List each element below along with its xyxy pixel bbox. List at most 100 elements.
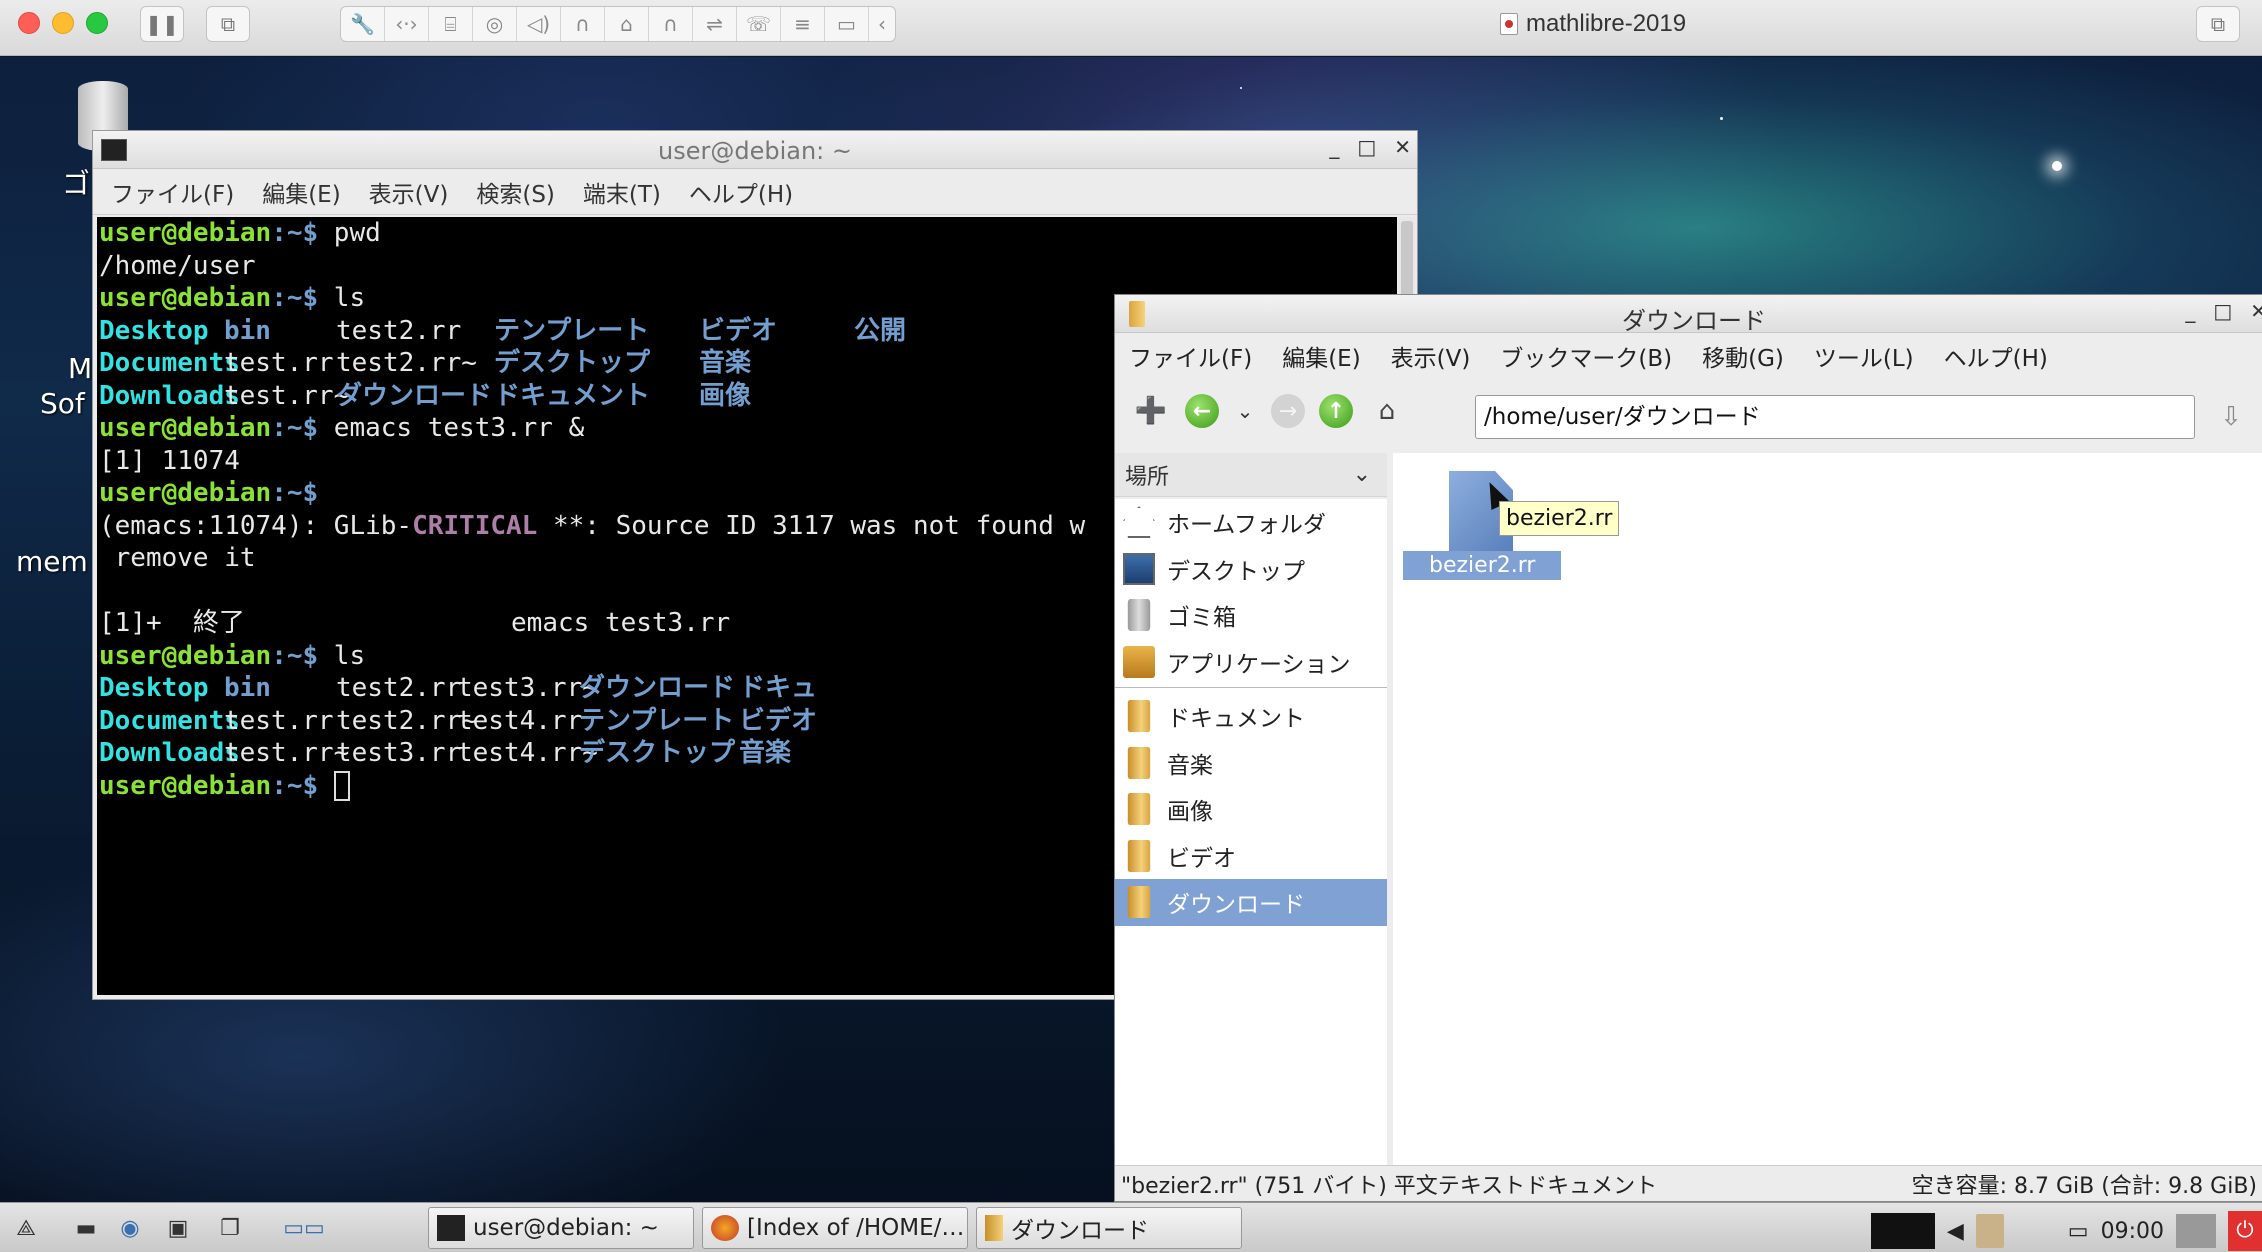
wrench-icon[interactable]: 🔧 xyxy=(341,7,385,41)
desktop-label-memo[interactable]: mem xyxy=(16,545,88,578)
fullscreen-icon[interactable]: ⧉ xyxy=(2196,6,2240,42)
forward-arrow-icon[interactable]: → xyxy=(1271,394,1305,428)
sidebar-item[interactable]: ビデオ xyxy=(1115,833,1387,880)
file-manager-menu-item[interactable]: ブックマーク(B) xyxy=(1500,339,1672,373)
ls-entry: test.rr xyxy=(224,348,334,378)
sidebar-item[interactable]: 音楽 xyxy=(1115,740,1387,787)
terminal-menu-item[interactable]: 端末(T) xyxy=(583,175,661,209)
file-manager-launcher-icon[interactable]: ▬ xyxy=(66,1209,106,1247)
home-icon[interactable]: ⌂ xyxy=(1367,391,1407,431)
power-icon[interactable]: ⏻ xyxy=(2228,1211,2262,1251)
sidebar-item[interactable]: ドキュメント xyxy=(1115,693,1387,740)
ls-entry: 音楽 xyxy=(739,738,792,768)
terminal-launcher-icon[interactable]: ▣ xyxy=(158,1209,198,1247)
output-text: **: Source ID 3117 was not found w xyxy=(537,510,1086,541)
modem-icon[interactable]: ☏ xyxy=(737,7,781,41)
command-text: ls xyxy=(318,283,366,313)
headset-icon[interactable]: ∩ xyxy=(649,7,693,41)
maximize-icon[interactable]: □ xyxy=(1357,135,1376,159)
vm-title-text: mathlibre-2019 xyxy=(1526,10,1687,37)
terminal-titlebar[interactable]: user@debian: ~ _ □ ✕ xyxy=(93,131,1417,169)
path-input[interactable]: /home/user/ダウンロード xyxy=(1475,395,2195,439)
prompt-path: :~$ xyxy=(271,640,319,671)
task-terminal[interactable]: user@debian: ~ xyxy=(428,1207,694,1249)
back-arrow-icon[interactable]: ← xyxy=(1185,394,1219,428)
sidebar-item-label: ダウンロード xyxy=(1167,892,1305,919)
shared-folder-icon[interactable]: ▭ xyxy=(825,7,869,41)
drive-icon[interactable]: ⌸ xyxy=(429,7,473,41)
vm-title: mathlibre-2019 xyxy=(1500,10,1686,38)
file-manager-menu-item[interactable]: 移動(G) xyxy=(1702,339,1784,373)
browser-launcher-icon[interactable]: ◉ xyxy=(110,1209,150,1247)
task-browser[interactable]: [Index of /HOME/… xyxy=(702,1207,968,1249)
desktop-label-software[interactable]: Sof xyxy=(40,387,85,420)
minimize-icon[interactable]: _ xyxy=(1329,135,1339,159)
up-arrow-icon[interactable]: ↑ xyxy=(1319,394,1353,428)
mouse-icon[interactable]: ⌂ xyxy=(605,7,649,41)
file-manager-menu-item[interactable]: 編集(E) xyxy=(1282,339,1360,373)
zoom-window-button[interactable] xyxy=(86,12,108,34)
chevron-left-icon[interactable]: ‹ xyxy=(869,7,895,41)
terminal-menu-item[interactable]: 表示(V) xyxy=(369,175,449,209)
network-icon[interactable]: ‹·› xyxy=(385,7,429,41)
places-header-label: 場所 xyxy=(1125,464,1170,490)
critical-text: CRITICAL xyxy=(412,510,538,541)
audio-icon[interactable]: ◁) xyxy=(517,7,561,41)
file-view[interactable]: bezier2.rr bezier2.rr xyxy=(1393,453,2262,1165)
sidebar-item[interactable]: デスクトップ xyxy=(1115,546,1387,593)
terminal-menu-item[interactable]: ファイル(F) xyxy=(111,175,234,209)
window-list-icon[interactable]: ❐ xyxy=(210,1209,250,1247)
file-manager-menu-item[interactable]: 表示(V) xyxy=(1391,339,1471,373)
workspace-switcher-icon[interactable]: ▭▭ xyxy=(266,1209,342,1247)
clock[interactable]: 09:00 xyxy=(2101,1219,2164,1244)
show-desktop-icon[interactable] xyxy=(2176,1214,2216,1248)
file-manager-menu-item[interactable]: ツール(L) xyxy=(1814,339,1914,373)
minimize-window-button[interactable] xyxy=(52,12,74,34)
places-header[interactable]: 場所 ⌄ xyxy=(1115,453,1387,497)
ls-entry: test.rr~ xyxy=(224,738,350,768)
close-window-button[interactable] xyxy=(18,12,40,34)
storage-icon[interactable]: ≡ xyxy=(781,7,825,41)
task-file-manager[interactable]: ダウンロード xyxy=(976,1207,1242,1249)
new-tab-icon[interactable]: ➕ xyxy=(1131,391,1171,431)
clipboard-icon[interactable] xyxy=(1975,1214,2004,1248)
close-icon[interactable]: ✕ xyxy=(2250,299,2262,323)
chevron-down-icon[interactable]: ⌄ xyxy=(1233,391,1257,431)
prompt-user: user@debian xyxy=(99,770,272,801)
file-name-label[interactable]: bezier2.rr xyxy=(1403,551,1562,580)
sidebar-item[interactable]: 画像 xyxy=(1115,786,1387,833)
file-manager-menu-item[interactable]: ヘルプ(H) xyxy=(1944,339,2048,373)
ls-entry: Documents xyxy=(99,348,240,378)
file-manager-titlebar[interactable]: ダウンロード _ □ ✕ xyxy=(1115,295,2262,335)
snapshot-icon[interactable]: ⧉ xyxy=(206,6,250,42)
headphone-icon[interactable]: ∩ xyxy=(561,7,605,41)
camera-icon[interactable]: ◎ xyxy=(473,7,517,41)
minimize-icon[interactable]: _ xyxy=(2185,299,2195,323)
file-manager-menu-item[interactable]: ファイル(F) xyxy=(1129,339,1252,373)
maximize-icon[interactable]: □ xyxy=(2213,299,2232,323)
applications-icon xyxy=(1123,645,1155,678)
sidebar-item-label: 音楽 xyxy=(1167,752,1213,779)
folder-icon xyxy=(1127,839,1151,872)
command-text: emacs test3.rr & xyxy=(318,413,585,443)
terminal-menu-item[interactable]: 検索(S) xyxy=(476,175,555,209)
network-icon[interactable]: ▭ xyxy=(2068,1219,2089,1244)
sidebar-item[interactable]: ダウンロード xyxy=(1115,879,1387,926)
vm-document-icon xyxy=(1500,13,1518,35)
terminal-menu-item[interactable]: 編集(E) xyxy=(262,175,340,209)
output-text: remove it xyxy=(99,543,256,573)
desktop-label-m[interactable]: M xyxy=(68,352,92,385)
volume-icon[interactable]: ◀ xyxy=(1947,1219,1964,1244)
start-menu-icon[interactable]: ⟁ xyxy=(6,1209,46,1247)
go-icon[interactable]: ⇩ xyxy=(2211,397,2251,437)
sidebar-item[interactable]: ホームフォルダ xyxy=(1115,499,1387,546)
desktop-label-trash[interactable]: ゴ xyxy=(62,162,90,202)
chevron-down-icon[interactable]: ⌄ xyxy=(1353,462,1371,487)
pause-icon[interactable]: ❚❚ xyxy=(140,6,184,42)
usb-icon[interactable]: ⇌ xyxy=(693,7,737,41)
sidebar-item[interactable]: アプリケーション xyxy=(1115,639,1387,686)
sidebar-item[interactable]: ゴミ箱 xyxy=(1115,592,1387,639)
home-icon xyxy=(1123,506,1155,539)
close-icon[interactable]: ✕ xyxy=(1394,135,1411,159)
terminal-menu-item[interactable]: ヘルプ(H) xyxy=(689,175,793,209)
